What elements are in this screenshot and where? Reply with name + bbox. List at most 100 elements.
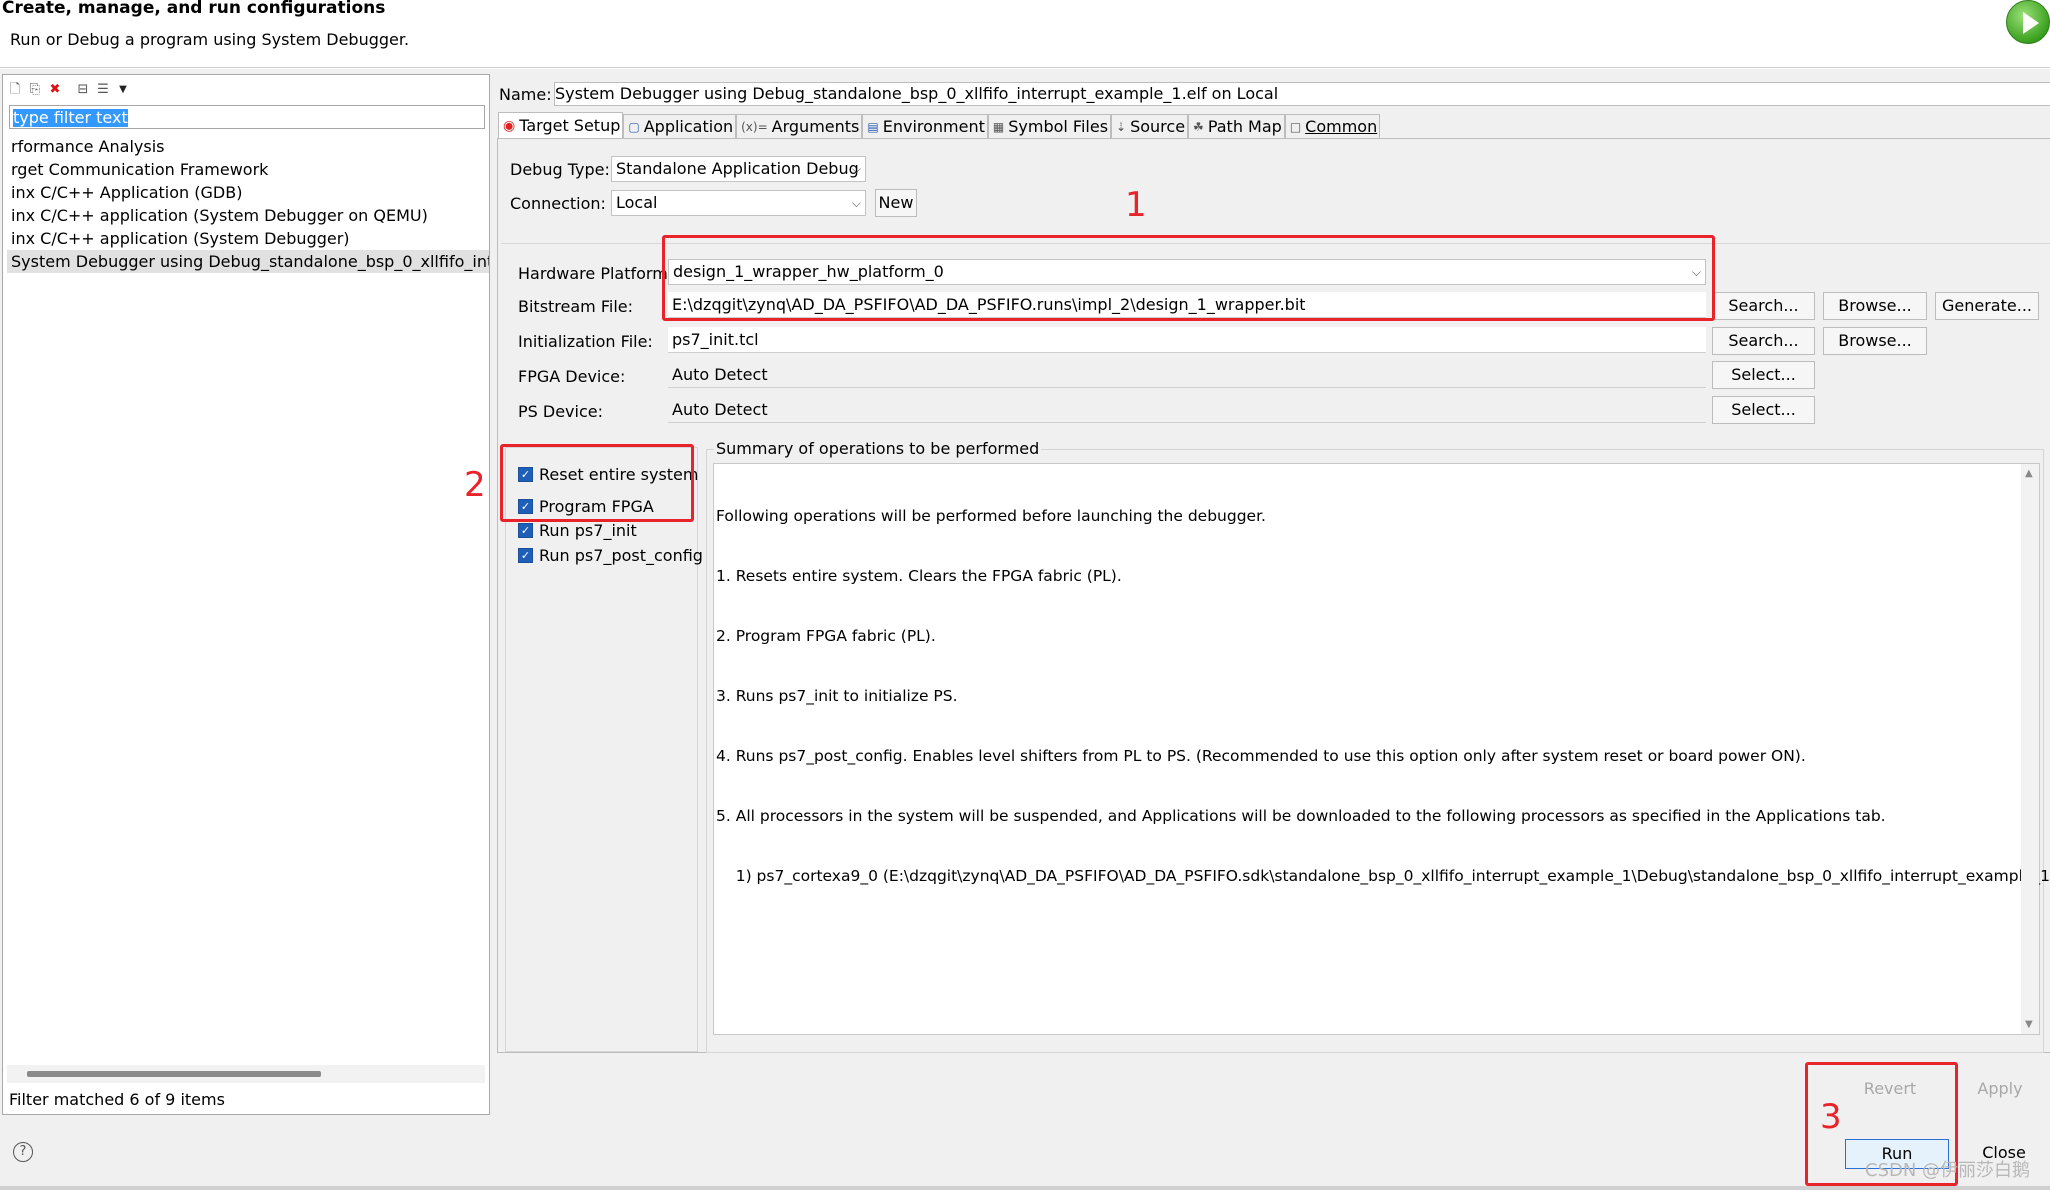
name-label: Name: (499, 85, 552, 104)
summary-line: Following operations will be performed b… (716, 507, 1266, 525)
checkmark-icon: ✓ (518, 523, 533, 538)
annotation-label-2: 2 (464, 465, 486, 505)
bottom-edge (0, 1186, 2050, 1190)
filter-icon[interactable]: ☰ (95, 82, 111, 98)
duplicate-icon[interactable]: ⎘ (27, 82, 43, 98)
horizontal-scrollbar[interactable] (7, 1065, 485, 1083)
list-item-selected[interactable]: System Debugger using Debug_standalone_b… (7, 250, 489, 273)
summary-line: 1) ps7_cortexa9_0 (E:\dzqgit\zynq\AD_DA_… (716, 867, 2050, 885)
fpga-select-button[interactable]: Select... (1712, 361, 1815, 389)
init-file-field[interactable]: ps7_init.tcl (668, 327, 1706, 353)
tab-label: Common (1305, 116, 1378, 136)
new-connection-button[interactable]: New (875, 189, 917, 217)
run-ps7-post-config-checkbox[interactable]: ✓ Run ps7_post_config (518, 546, 703, 565)
connection-label: Connection: (510, 194, 606, 213)
tab-bar: ◉ Target Setup ▢ Application (x)= Argume… (498, 112, 1381, 138)
arguments-icon: (x)= (741, 119, 768, 134)
tab-source[interactable]: ⇣ Source (1111, 114, 1189, 138)
tab-label: Environment (882, 116, 985, 136)
filter-status: Filter matched 6 of 9 items (9, 1090, 225, 1109)
summary-line: 4. Runs ps7_post_config. Enables level s… (716, 747, 1806, 765)
run-ps7-init-checkbox[interactable]: ✓ Run ps7_init (518, 521, 637, 540)
annotation-label-1: 1 (1125, 185, 1147, 225)
symbol-files-icon: ▦ (992, 119, 1005, 134)
vertical-scrollbar[interactable]: ▲ ▼ (2021, 464, 2039, 1034)
new-config-icon[interactable]: 🗋 (7, 82, 23, 98)
tab-label: Path Map (1207, 116, 1282, 136)
tab-label: Arguments (771, 116, 860, 136)
scrollbar-thumb[interactable] (27, 1071, 321, 1077)
annotation-box-1 (662, 235, 1715, 321)
bitstream-label: Bitstream File: (518, 297, 634, 316)
tab-environment[interactable]: ▤ Environment (862, 114, 988, 138)
config-toolbar: 🗋 ⎘ ✖ ⊟ ☰ ▼ (7, 80, 131, 100)
annotation-label-3: 3 (1820, 1097, 1842, 1137)
fpga-device-label: FPGA Device: (518, 367, 626, 386)
dialog-header: Create, manage, and run configurations R… (0, 0, 2050, 68)
list-item[interactable]: rget Communication Framework (7, 158, 489, 181)
debug-type-select[interactable]: Standalone Application Debug ⌵ (611, 156, 866, 182)
tab-label: Target Setup (519, 115, 621, 135)
ps-device-label: PS Device: (518, 402, 603, 421)
init-file-label: Initialization File: (518, 332, 653, 351)
filter-input[interactable]: type filter text (9, 105, 485, 129)
apply-button[interactable]: Apply (1950, 1075, 2050, 1105)
tab-path-map[interactable]: ☘ Path Map (1188, 114, 1285, 138)
collapse-all-icon[interactable]: ⊟ (75, 82, 91, 98)
name-field[interactable]: System Debugger using Debug_standalone_b… (554, 82, 2050, 106)
delete-icon[interactable]: ✖ (47, 82, 63, 98)
config-list: rformance Analysis rget Communication Fr… (7, 135, 489, 273)
summary-line: 5. All processors in the system will be … (716, 807, 1886, 825)
help-icon[interactable]: ? (13, 1142, 33, 1162)
summary-textarea[interactable]: Following operations will be performed b… (713, 463, 2050, 1035)
common-icon: □ (1289, 119, 1302, 134)
environment-icon: ▤ (867, 119, 879, 134)
list-item[interactable]: rformance Analysis (7, 135, 489, 158)
chevron-down-icon: ⌵ (851, 196, 861, 210)
ps-select-button[interactable]: Select... (1712, 396, 1815, 424)
scroll-down-icon[interactable]: ▼ (2025, 1019, 2033, 1030)
tab-symbol-files[interactable]: ▦ Symbol Files (987, 114, 1112, 138)
summary-line: 1. Resets entire system. Clears the FPGA… (716, 567, 1122, 585)
bitstream-browse-button[interactable]: Browse... (1823, 292, 1927, 320)
summary-text: Following operations will be performed b… (716, 466, 2050, 926)
list-item[interactable]: inx C/C++ application (System Debugger) (7, 227, 489, 250)
target-icon: ◉ (503, 117, 516, 134)
init-browse-button[interactable]: Browse... (1823, 327, 1927, 355)
green-run-icon (2006, 0, 2050, 44)
ps-device-field: Auto Detect (668, 397, 1706, 423)
bitstream-search-button[interactable]: Search... (1712, 292, 1815, 320)
init-search-button[interactable]: Search... (1712, 327, 1815, 355)
tab-target-setup[interactable]: ◉ Target Setup (498, 112, 624, 138)
checkbox-label: Run ps7_init (539, 521, 637, 540)
debug-type-value: Standalone Application Debug (616, 159, 859, 178)
tab-arguments[interactable]: (x)= Arguments (736, 114, 863, 138)
list-item[interactable]: inx C/C++ Application (GDB) (7, 181, 489, 204)
tab-application[interactable]: ▢ Application (623, 114, 737, 138)
dropdown-icon[interactable]: ▼ (115, 82, 131, 98)
checkbox-label: Run ps7_post_config (539, 546, 703, 565)
hardware-platform-label: Hardware Platform: (518, 264, 674, 283)
path-map-icon: ☘ (1193, 119, 1204, 134)
fpga-device-field: Auto Detect (668, 362, 1706, 388)
summary-label: Summary of operations to be performed (714, 439, 1042, 458)
summary-line: 3. Runs ps7_init to initialize PS. (716, 687, 958, 705)
summary-line: 2. Program FPGA fabric (PL). (716, 627, 936, 645)
tab-label: Application (643, 116, 734, 136)
filter-text: type filter text (13, 108, 128, 127)
connection-value: Local (616, 193, 658, 212)
chevron-down-icon: ⌵ (851, 162, 861, 176)
tab-common[interactable]: □ Common (1284, 114, 1381, 138)
config-tree-panel: 🗋 ⎘ ✖ ⊟ ☰ ▼ type filter text rformance A… (2, 74, 490, 1115)
scroll-up-icon[interactable]: ▲ (2025, 468, 2033, 479)
connection-select[interactable]: Local ⌵ (611, 190, 866, 216)
annotation-box-2 (500, 444, 694, 522)
watermark: CSDN @伊丽莎白鹅 (1865, 1160, 2031, 1181)
tab-label: Symbol Files (1008, 116, 1109, 136)
dialog-title: Create, manage, and run configurations (2, 0, 386, 18)
generate-button[interactable]: Generate... (1935, 292, 2039, 320)
source-icon: ⇣ (1116, 119, 1127, 134)
list-item[interactable]: inx C/C++ application (System Debugger o… (7, 204, 489, 227)
debug-type-label: Debug Type: (510, 160, 610, 179)
application-icon: ▢ (628, 119, 640, 134)
